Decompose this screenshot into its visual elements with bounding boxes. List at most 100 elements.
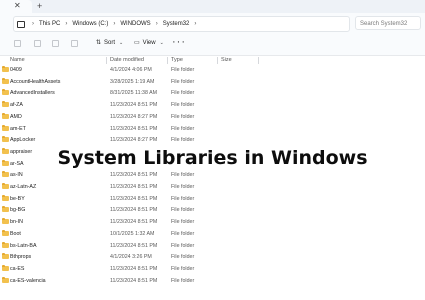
file-name: Boot [10, 230, 21, 237]
table-row[interactable]: bs-Latn-BA 11/23/2024 8:51 PM File folder [0, 241, 425, 252]
copy-icon[interactable] [34, 40, 41, 47]
file-date-modified: 11/23/2024 8:51 PM [110, 242, 158, 249]
table-row[interactable]: Boot 10/1/2025 1:32 AM File folder [0, 229, 425, 240]
folder-icon [2, 241, 9, 248]
address-bar[interactable]: › This PC › Windows (C:) › WINDOWS › Sys… [13, 16, 350, 32]
breadcrumb-windows[interactable]: WINDOWS [120, 21, 150, 27]
tab-current[interactable]: ✕ [0, 0, 32, 13]
file-type: File folder [171, 265, 195, 272]
table-row[interactable]: AppLocker 11/23/2024 8:27 PM File folder [0, 135, 425, 146]
column-divider[interactable] [167, 57, 168, 64]
table-row[interactable]: am-ET 11/23/2024 8:51 PM File folder [0, 124, 425, 135]
file-name: be-BY [10, 195, 25, 202]
column-header-type[interactable]: Type [171, 57, 183, 63]
address-bar-row: › This PC › Windows (C:) › WINDOWS › Sys… [0, 13, 425, 33]
breadcrumb-system32[interactable]: System32 [163, 21, 190, 27]
column-header-size[interactable]: Size [221, 57, 232, 63]
table-row[interactable]: AccountHealthAssets 3/28/2025 1:19 AM File… [0, 77, 425, 88]
file-date-modified: 8/31/2025 11:38 AM [110, 90, 158, 97]
file-name: 0409 [10, 67, 22, 73]
file-type: File folder [171, 172, 195, 179]
file-date-modified: 11/23/2024 8:51 PM [110, 184, 158, 190]
folder-icon [2, 66, 9, 72]
column-header-date[interactable]: Date modified [110, 57, 144, 63]
column-divider[interactable] [106, 57, 107, 64]
file-date-modified: 11/23/2024 8:27 PM [110, 137, 158, 144]
sort-button[interactable]: ⇅ Sort ⌄ [96, 39, 124, 47]
file-type: File folder [171, 90, 195, 97]
monitor-icon[interactable] [17, 20, 25, 28]
new-tab-button[interactable]: + [37, 1, 42, 11]
table-row[interactable]: ca-ES 11/23/2024 8:51 PM File folder [0, 264, 425, 275]
table-row[interactable]: bn-IN 11/23/2024 8:51 PM File folder [0, 217, 425, 228]
file-name: AppLocker [10, 137, 36, 144]
folder-icon [2, 89, 9, 96]
folder-icon [2, 171, 9, 178]
command-bar: ⇅ Sort ⌄ ▭ View ⌄ ··· [0, 33, 425, 56]
file-type: File folder [171, 102, 195, 109]
search-input[interactable]: Search System32 [355, 16, 421, 30]
chevron-down-icon: ⌄ [119, 39, 124, 46]
folder-icon [2, 136, 9, 143]
column-divider[interactable] [258, 57, 259, 64]
cut-icon[interactable] [14, 40, 21, 47]
file-name: ca-ES-valencia [10, 277, 46, 284]
file-name: Bthprops [10, 254, 32, 261]
file-date-modified: 4/1/2024 3:26 PM [110, 254, 152, 261]
file-name: az-Latn-AZ [10, 184, 37, 190]
file-name: AccountHealthAssets [10, 78, 61, 85]
overlay-title: System Libraries in Windows [57, 147, 368, 169]
breadcrumb-this-pc[interactable]: This PC [39, 21, 60, 27]
rename-icon[interactable] [71, 40, 78, 47]
table-row[interactable]: af-ZA 11/23/2024 8:51 PM File folder [0, 100, 425, 111]
file-date-modified: 11/23/2024 8:51 PM [110, 207, 158, 214]
column-divider[interactable] [217, 57, 218, 64]
view-button[interactable]: ▭ View ⌄ [134, 39, 164, 47]
folder-icon [2, 218, 9, 225]
file-date-modified: 11/23/2024 8:27 PM [110, 113, 158, 120]
file-type: File folder [171, 113, 195, 120]
table-row[interactable]: az-Latn-AZ 11/23/2024 8:51 PM File folder [0, 182, 425, 193]
folder-icon [2, 229, 9, 236]
file-date-modified: 10/1/2025 1:32 AM [110, 230, 155, 237]
folder-icon [2, 253, 9, 260]
sort-label: Sort [104, 39, 116, 46]
table-row[interactable]: Bthprops 4/1/2024 3:26 PM File folder [0, 252, 425, 263]
paste-icon[interactable] [52, 40, 59, 47]
folder-icon [2, 264, 9, 271]
breadcrumb-separator[interactable]: › [32, 21, 34, 27]
file-date-modified: 11/23/2024 8:51 PM [110, 172, 158, 179]
file-name: am-ET [10, 125, 26, 132]
table-row[interactable]: ca-ES-valencia 11/23/2024 8:51 PM File fol… [0, 276, 425, 287]
breadcrumb-separator[interactable]: › [113, 21, 115, 27]
file-date-modified: 11/23/2024 8:51 PM [110, 102, 158, 109]
file-name: as-IN [10, 172, 23, 179]
breadcrumb-windows-c[interactable]: Windows (C:) [72, 21, 108, 27]
folder-icon [2, 77, 9, 84]
table-row[interactable]: 0409 4/1/2024 4:06 PM File folder [0, 65, 425, 76]
table-row[interactable]: AdvancedInstallers 8/31/2025 11:38 AM File… [0, 88, 425, 99]
file-name: bg-BG [10, 207, 26, 214]
file-name: af-ZA [10, 102, 23, 109]
file-type: File folder [171, 78, 195, 85]
table-row[interactable]: be-BY 11/23/2024 8:51 PM File folder [0, 194, 425, 205]
table-row[interactable]: bg-BG 11/23/2024 8:51 PM File folder [0, 205, 425, 216]
table-row[interactable]: as-IN 11/23/2024 8:51 PM File folder [0, 170, 425, 181]
file-date-modified: 11/23/2024 8:51 PM [110, 219, 158, 226]
chevron-down-icon: ⌄ [159, 39, 164, 46]
folder-icon [2, 112, 9, 119]
more-options-button[interactable]: ··· [172, 36, 186, 48]
folder-icon [2, 183, 9, 189]
column-header-name[interactable]: Name [10, 57, 25, 63]
breadcrumb-separator[interactable]: › [194, 21, 196, 27]
file-name: bs-Latn-BA [10, 242, 37, 249]
file-type: File folder [171, 207, 195, 214]
file-type: File folder [171, 125, 195, 132]
table-row[interactable]: AMD 11/23/2024 8:27 PM File folder [0, 112, 425, 123]
sort-icon: ⇅ [96, 40, 102, 46]
breadcrumb-separator[interactable]: › [156, 21, 158, 27]
file-type: File folder [171, 242, 195, 249]
breadcrumb-separator[interactable]: › [65, 21, 67, 27]
close-tab-icon[interactable]: ✕ [14, 1, 21, 10]
file-type: File folder [171, 219, 195, 226]
